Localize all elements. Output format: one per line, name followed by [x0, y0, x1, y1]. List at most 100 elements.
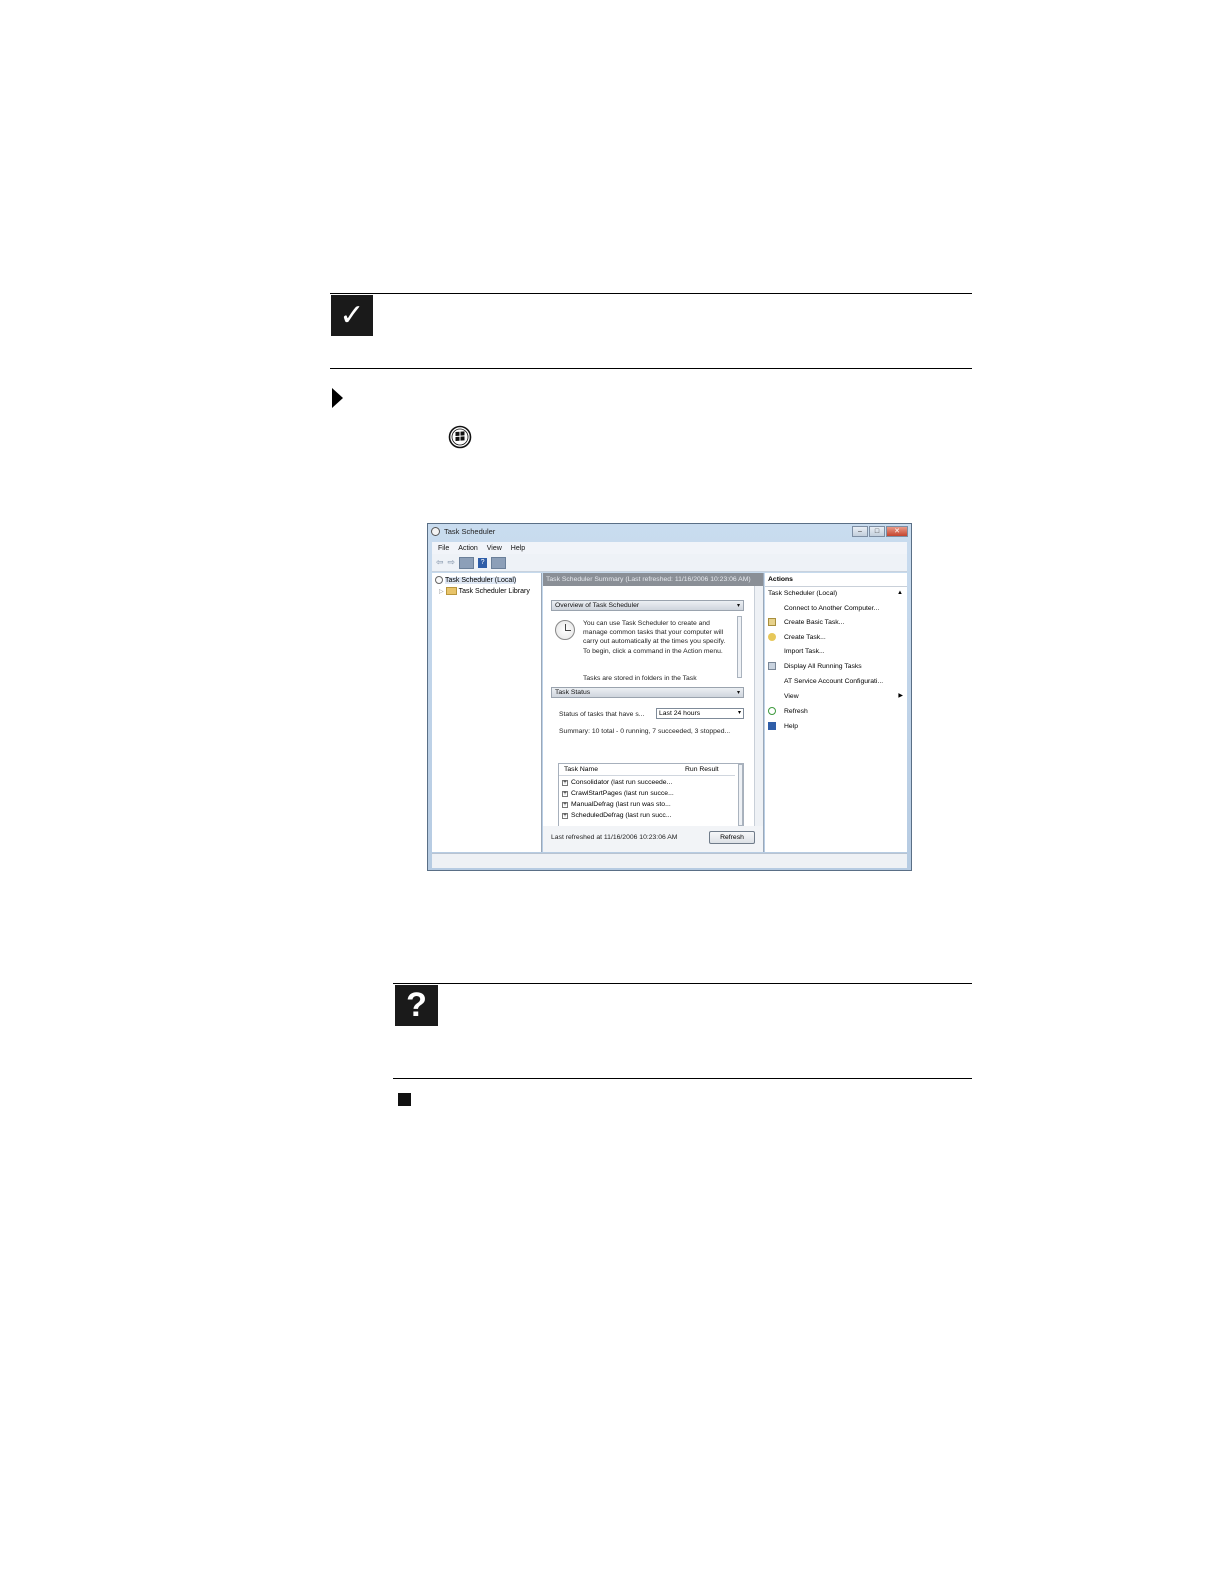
action-at-service[interactable]: AT Service Account Configurati...: [768, 677, 883, 685]
clock-icon: [555, 620, 575, 640]
tree-item-root[interactable]: Task Scheduler (Local): [435, 576, 517, 584]
table-row[interactable]: + Consolidator (last run succeede...: [562, 779, 672, 786]
action-label: Create Basic Task...: [784, 618, 845, 626]
tree-item-library[interactable]: ▷ Task Scheduler Library: [439, 587, 530, 595]
status-bar: [432, 853, 907, 868]
note-top-rule: [330, 293, 972, 294]
menu-action[interactable]: Action: [458, 545, 477, 552]
expand-plus-icon[interactable]: +: [562, 812, 568, 819]
task-name: CrawlStartPages (last run succe...: [571, 790, 674, 797]
window-title: Task Scheduler: [444, 527, 496, 536]
tree-item-label: Task Scheduler Library: [458, 587, 530, 595]
checkmark-glyph: ✓: [339, 299, 365, 332]
summary-scrollbar[interactable]: [754, 586, 763, 826]
task-status-table: Task Name Run Result + Consolidator (las…: [558, 763, 744, 827]
action-label: Display All Running Tasks: [784, 662, 862, 670]
collapse-chevron-icon[interactable]: ▾: [737, 688, 740, 698]
action-label: Connect to Another Computer...: [784, 604, 880, 612]
close-button[interactable]: ✕: [886, 526, 908, 537]
action-label: Refresh: [784, 707, 808, 715]
chevron-down-icon: ▾: [737, 710, 741, 716]
running-tasks-icon: [768, 662, 776, 670]
blank-icon: [768, 677, 776, 685]
task-status-title: Task Status: [555, 689, 591, 696]
table-scrollbar[interactable]: [738, 764, 743, 826]
action-refresh[interactable]: Refresh: [768, 707, 808, 715]
column-task-name[interactable]: Task Name: [564, 764, 598, 775]
question-glyph: ?: [406, 986, 427, 1024]
menu-bar: File Action View Help: [432, 542, 907, 554]
actions-pane: Actions Task Scheduler (Local) ▲ Connect…: [765, 573, 907, 852]
expand-plus-icon[interactable]: +: [562, 779, 568, 786]
task-name: Consolidator (last run succeede...: [571, 779, 673, 786]
action-label: AT Service Account Configurati...: [784, 677, 884, 685]
collapse-chevron-icon[interactable]: ▾: [737, 601, 740, 611]
back-arrow-icon[interactable]: ⇦: [436, 557, 444, 568]
last-refreshed-text: Last refreshed at 11/16/2006 10:23:06 AM: [551, 834, 678, 841]
column-run-result[interactable]: Run Result: [685, 764, 719, 775]
help-top-rule: [393, 983, 972, 984]
action-import-task[interactable]: Import Task...: [768, 647, 825, 655]
overview-text: You can use Task Scheduler to create and…: [583, 620, 726, 655]
forward-arrow-icon[interactable]: ⇨: [448, 557, 456, 568]
toolbar: ⇦ ⇨ ?: [432, 554, 907, 572]
table-row[interactable]: + ScheduledDefrag (last run succ...: [562, 812, 672, 819]
actions-section-title[interactable]: Task Scheduler (Local): [768, 590, 837, 597]
action-label: Import Task...: [784, 647, 825, 655]
console-tree-icon[interactable]: [459, 556, 475, 569]
expand-triangle-icon[interactable]: ▷: [439, 588, 444, 595]
action-label: View: [784, 692, 799, 700]
note-bottom-rule: [330, 368, 972, 369]
expand-plus-icon[interactable]: +: [562, 790, 568, 797]
status-filter-label: Status of tasks that have s...: [559, 711, 645, 718]
procedure-arrow-icon: [332, 388, 343, 408]
action-label: Create Task...: [784, 633, 826, 641]
new-task-icon: [768, 633, 776, 641]
help-book-icon: [768, 722, 776, 730]
maximize-button[interactable]: □: [869, 526, 885, 537]
action-display-running[interactable]: Display All Running Tasks: [768, 662, 862, 670]
help-book-icon[interactable]: ?: [478, 557, 488, 568]
action-label: Help: [784, 722, 798, 730]
status-period-select[interactable]: Last 24 hours ▾: [656, 708, 744, 719]
table-row[interactable]: + ManualDefrag (last run was sto...: [562, 801, 671, 808]
submenu-arrow-icon[interactable]: ▶: [898, 692, 903, 699]
windows-start-button-icon: [448, 425, 472, 449]
menu-file[interactable]: File: [438, 545, 449, 552]
minimize-button[interactable]: –: [852, 526, 868, 537]
table-header: Task Name Run Result: [559, 764, 735, 776]
window-controls: – □ ✕: [852, 526, 908, 537]
summary-header: Task Scheduler Summary (Last refreshed: …: [543, 573, 763, 586]
task-name: ManualDefrag (last run was sto...: [571, 801, 671, 808]
task-name: ScheduledDefrag (last run succ...: [571, 812, 672, 819]
collapse-arrow-icon[interactable]: ▲: [897, 590, 903, 596]
title-bar[interactable]: Task Scheduler – □ ✕: [428, 524, 911, 541]
refresh-icon: [768, 707, 776, 715]
overview-section-header[interactable]: Overview of Task Scheduler ▾: [551, 600, 744, 611]
menu-help[interactable]: Help: [511, 545, 525, 552]
summary-pane: Task Scheduler Summary (Last refreshed: …: [543, 573, 764, 852]
task-scheduler-window: Task Scheduler – □ ✕ File Action View He…: [427, 523, 912, 871]
folder-icon: [445, 587, 457, 595]
action-connect[interactable]: Connect to Another Computer...: [768, 604, 879, 612]
task-status-section-header[interactable]: Task Status ▾: [551, 687, 744, 698]
end-of-procedure-icon: [398, 1093, 411, 1106]
action-create-basic-task[interactable]: Create Basic Task...: [768, 618, 844, 626]
action-create-task[interactable]: Create Task...: [768, 633, 826, 641]
overview-scrollbar[interactable]: [737, 616, 742, 678]
overview-title: Overview of Task Scheduler: [555, 602, 640, 609]
menu-view[interactable]: View: [487, 545, 502, 552]
expand-plus-icon[interactable]: +: [562, 801, 568, 808]
console-tree-pane: Task Scheduler (Local) ▷ Task Scheduler …: [432, 573, 542, 852]
action-pane-icon[interactable]: [491, 556, 507, 569]
blank-icon: [768, 604, 776, 612]
status-period-value: Last 24 hours: [659, 710, 701, 717]
table-row[interactable]: + CrawlStartPages (last run succe...: [562, 790, 674, 797]
action-view[interactable]: View: [768, 692, 799, 700]
refresh-button[interactable]: Refresh: [709, 831, 755, 844]
summary-footer: Last refreshed at 11/16/2006 10:23:06 AM…: [543, 826, 763, 852]
question-icon: ?: [395, 985, 438, 1026]
action-help[interactable]: Help: [768, 722, 798, 730]
actions-header: Actions: [765, 573, 907, 587]
checkmark-icon: ✓: [331, 295, 373, 336]
